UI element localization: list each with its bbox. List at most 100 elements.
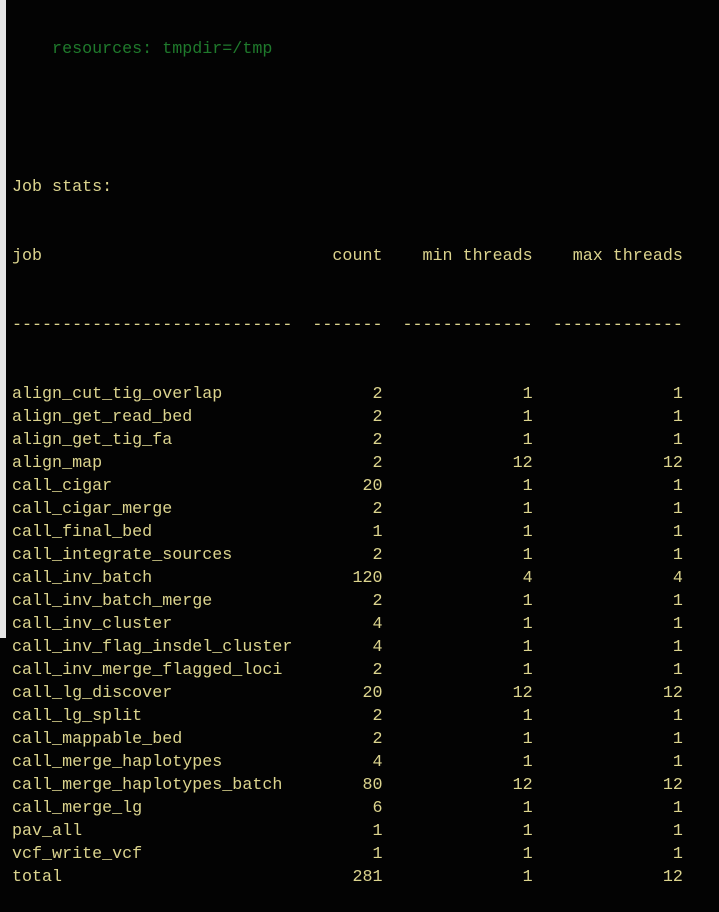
count-cell: 20 bbox=[362, 684, 383, 703]
min-threads-cell: 1 bbox=[522, 477, 533, 496]
count-cell: 120 bbox=[352, 569, 383, 588]
max-threads-cell: 1 bbox=[672, 592, 683, 611]
max-threads-cell: 1 bbox=[672, 707, 683, 726]
divider-max: ------------- bbox=[552, 316, 683, 335]
table-row: call_mappable_bed 2 1 1 bbox=[12, 728, 683, 751]
table-row: align_cut_tig_overlap 2 1 1 bbox=[12, 383, 683, 406]
terminal-output[interactable]: resources: tmpdir=/tmp Job stats: job co… bbox=[12, 0, 683, 912]
max-threads-cell: 1 bbox=[672, 408, 683, 427]
max-threads-cell: 4 bbox=[672, 569, 683, 588]
max-threads-cell: 12 bbox=[662, 776, 683, 795]
table-header: job count min threads max threads bbox=[12, 245, 683, 268]
count-cell: 2 bbox=[372, 385, 383, 404]
max-threads-cell: 1 bbox=[672, 500, 683, 519]
job-cell: call_cigar_merge bbox=[12, 500, 173, 519]
table-row: vcf_write_vcf 1 1 1 bbox=[12, 843, 683, 866]
max-threads-cell: 12 bbox=[662, 868, 683, 887]
job-cell: call_lg_split bbox=[12, 707, 143, 726]
count-cell: 80 bbox=[362, 776, 383, 795]
table-row: call_inv_cluster 4 1 1 bbox=[12, 613, 683, 636]
divider-count: ------- bbox=[312, 316, 383, 335]
min-threads-cell: 12 bbox=[512, 776, 533, 795]
table-row: call_inv_batch 120 4 4 bbox=[12, 567, 683, 590]
table-row: call_inv_flag_insdel_cluster 4 1 1 bbox=[12, 636, 683, 659]
max-threads-cell: 1 bbox=[672, 523, 683, 542]
job-cell: align_get_tig_fa bbox=[12, 431, 173, 450]
job-cell: align_cut_tig_overlap bbox=[12, 385, 223, 404]
table-row: pav_all 1 1 1 bbox=[12, 820, 683, 843]
table-row: call_integrate_sources 2 1 1 bbox=[12, 544, 683, 567]
divider-job: ---------------------------- bbox=[12, 316, 293, 335]
window-edge bbox=[0, 0, 6, 638]
max-threads-cell: 1 bbox=[672, 638, 683, 657]
count-cell: 6 bbox=[372, 799, 383, 818]
resources-line: resources: tmpdir=/tmp bbox=[12, 40, 273, 59]
count-cell: 2 bbox=[372, 707, 383, 726]
table-row: align_get_tig_fa 2 1 1 bbox=[12, 429, 683, 452]
header-job: job bbox=[12, 247, 43, 266]
job-cell: call_inv_flag_insdel_cluster bbox=[12, 638, 293, 657]
count-cell: 281 bbox=[352, 868, 383, 887]
count-cell: 4 bbox=[372, 753, 383, 772]
table-row: call_cigar_merge 2 1 1 bbox=[12, 498, 683, 521]
job-cell: call_final_bed bbox=[12, 523, 153, 542]
min-threads-cell: 1 bbox=[522, 868, 533, 887]
table-row: call_cigar 20 1 1 bbox=[12, 475, 683, 498]
count-cell: 4 bbox=[372, 638, 383, 657]
min-threads-cell: 1 bbox=[522, 385, 533, 404]
min-threads-cell: 1 bbox=[522, 753, 533, 772]
min-threads-cell: 1 bbox=[522, 615, 533, 634]
max-threads-cell: 1 bbox=[672, 730, 683, 749]
min-threads-cell: 12 bbox=[512, 454, 533, 473]
section-title: Job stats: bbox=[12, 178, 113, 197]
max-threads-cell: 1 bbox=[672, 799, 683, 818]
min-threads-cell: 1 bbox=[522, 707, 533, 726]
count-cell: 2 bbox=[372, 408, 383, 427]
max-threads-cell: 1 bbox=[672, 822, 683, 841]
job-cell: call_inv_cluster bbox=[12, 615, 173, 634]
max-threads-cell: 1 bbox=[672, 477, 683, 496]
job-cell: call_merge_lg bbox=[12, 799, 143, 818]
min-threads-cell: 1 bbox=[522, 500, 533, 519]
max-threads-cell: 1 bbox=[672, 431, 683, 450]
job-cell: align_map bbox=[12, 454, 103, 473]
count-cell: 2 bbox=[372, 661, 383, 680]
max-threads-cell: 1 bbox=[672, 753, 683, 772]
header-max-threads: max threads bbox=[572, 247, 683, 266]
min-threads-cell: 1 bbox=[522, 592, 533, 611]
max-threads-cell: 1 bbox=[672, 845, 683, 864]
count-cell: 2 bbox=[372, 592, 383, 611]
table-row: call_final_bed 1 1 1 bbox=[12, 521, 683, 544]
count-cell: 1 bbox=[372, 845, 383, 864]
table-row: call_merge_lg 6 1 1 bbox=[12, 797, 683, 820]
job-cell: align_get_read_bed bbox=[12, 408, 193, 427]
table-row: call_lg_discover 20 12 12 bbox=[12, 682, 683, 705]
table-row: total 281 1 12 bbox=[12, 866, 683, 889]
count-cell: 20 bbox=[362, 477, 383, 496]
table-row: align_map 2 12 12 bbox=[12, 452, 683, 475]
job-cell: call_lg_discover bbox=[12, 684, 173, 703]
min-threads-cell: 1 bbox=[522, 523, 533, 542]
job-cell: pav_all bbox=[12, 822, 83, 841]
header-count: count bbox=[332, 247, 383, 266]
job-cell: call_inv_batch bbox=[12, 569, 153, 588]
job-cell: call_inv_batch_merge bbox=[12, 592, 213, 611]
min-threads-cell: 1 bbox=[522, 799, 533, 818]
count-cell: 2 bbox=[372, 500, 383, 519]
job-cell: call_cigar bbox=[12, 477, 113, 496]
min-threads-cell: 12 bbox=[512, 684, 533, 703]
header-divider: ---------------------------- ------- ---… bbox=[12, 314, 683, 337]
count-cell: 2 bbox=[372, 454, 383, 473]
min-threads-cell: 1 bbox=[522, 408, 533, 427]
job-cell: call_merge_haplotypes bbox=[12, 753, 223, 772]
min-threads-cell: 1 bbox=[522, 431, 533, 450]
min-threads-cell: 1 bbox=[522, 661, 533, 680]
table-row: call_merge_haplotypes 4 1 1 bbox=[12, 751, 683, 774]
min-threads-cell: 1 bbox=[522, 845, 533, 864]
table-row: call_inv_batch_merge 2 1 1 bbox=[12, 590, 683, 613]
divider-min: ------------- bbox=[402, 316, 533, 335]
max-threads-cell: 12 bbox=[662, 454, 683, 473]
max-threads-cell: 1 bbox=[672, 615, 683, 634]
header-min-threads: min threads bbox=[422, 247, 533, 266]
max-threads-cell: 1 bbox=[672, 385, 683, 404]
